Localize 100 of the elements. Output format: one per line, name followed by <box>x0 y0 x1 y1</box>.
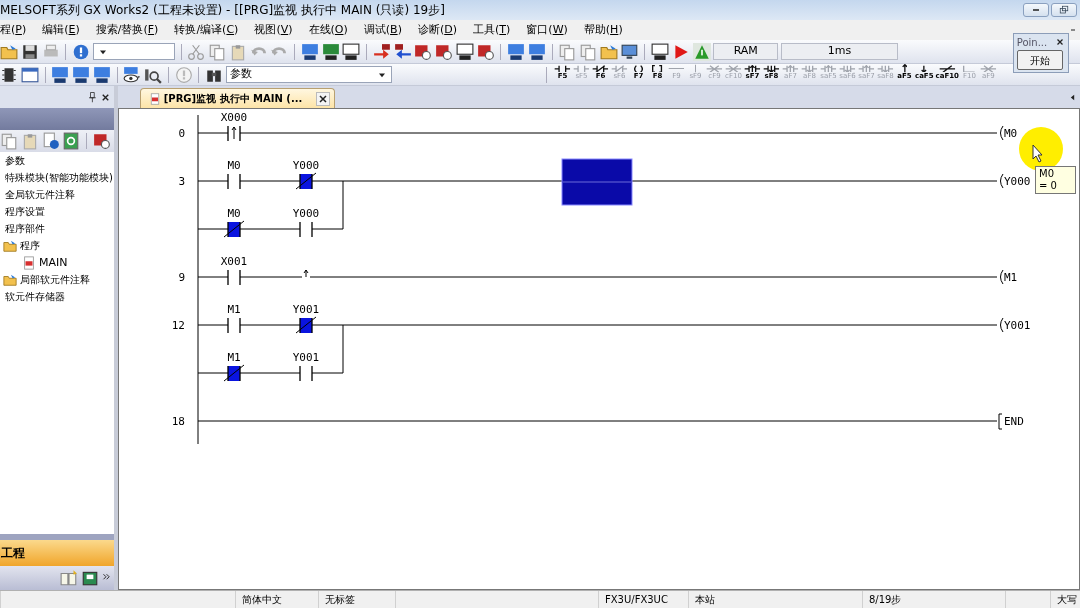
contact-symbol[interactable] <box>223 364 245 382</box>
menu-item[interactable]: 程(P) <box>0 21 27 39</box>
device-label: M1 <box>227 351 241 364</box>
ladder-symbol-icon <box>611 64 628 73</box>
close-icon[interactable] <box>1055 37 1066 47</box>
ladder-symbol-icon <box>901 64 908 73</box>
tree-item[interactable]: MAIN <box>39 254 68 271</box>
window-icon[interactable] <box>20 65 39 84</box>
device-icon[interactable] <box>72 65 90 84</box>
ladder-symbol-icon <box>652 64 663 73</box>
info-icon[interactable] <box>41 132 60 150</box>
device-label: Y001 <box>292 351 320 364</box>
device-icon[interactable] <box>92 132 111 150</box>
monitor-icon[interactable] <box>620 42 639 61</box>
device-icon[interactable] <box>342 42 361 61</box>
device-icon[interactable] <box>321 42 340 61</box>
menu-item[interactable]: 诊断(D) <box>417 21 457 39</box>
device-label: M1 <box>1004 271 1018 284</box>
section-button[interactable]: 工程 <box>0 540 114 566</box>
device-icon[interactable] <box>651 42 669 61</box>
device-label: Y000 <box>292 207 320 220</box>
ladder-symbol-icon <box>877 64 894 73</box>
help-icon[interactable] <box>72 42 90 61</box>
device-icon[interactable] <box>92 65 111 84</box>
menu-item[interactable]: 搜索/替换(F) <box>95 21 159 39</box>
tree-item[interactable]: 软元件存储器 <box>5 288 65 305</box>
document-icon <box>22 255 36 270</box>
copy-icon[interactable] <box>558 42 577 61</box>
device-label: END <box>1004 415 1024 428</box>
menu-item[interactable]: 窗口(W) <box>526 21 568 39</box>
tree-item[interactable]: 局部软元件注释 <box>20 271 90 288</box>
tree-item[interactable]: 程序 <box>20 237 40 254</box>
document-icon[interactable] <box>149 92 161 105</box>
close-icon[interactable] <box>317 92 330 105</box>
contact-symbol[interactable] <box>227 125 241 142</box>
menu-item[interactable]: 调试(B) <box>363 21 402 39</box>
step-number: 0 <box>178 127 185 140</box>
status-field: 本站 <box>688 591 862 608</box>
menu-item[interactable]: 转换/编译(C) <box>174 21 239 39</box>
menu-item[interactable]: 工具(T) <box>473 21 511 39</box>
ladder-symbol-icon <box>725 64 742 73</box>
status-field: 大写 <box>1050 591 1080 608</box>
device-label: M1 <box>227 303 241 316</box>
device-icon[interactable] <box>51 65 70 84</box>
window-title: MELSOFT系列 GX Works2 (工程未设置) - [[PRG]监视 执行中 MAIN (只读) 19步] <box>0 2 445 19</box>
copy-icon[interactable] <box>579 42 597 61</box>
tree-item[interactable]: 参数 <box>5 152 25 169</box>
tree-item[interactable]: 特殊模块(智能功能模块) <box>5 169 113 186</box>
tree-item[interactable]: 全局软元件注释 <box>5 186 75 203</box>
refresh-icon[interactable] <box>62 132 81 150</box>
verify-icon[interactable] <box>414 42 433 61</box>
status-field: 简体中文 <box>235 591 318 608</box>
ladder-symbol-icon <box>668 67 685 70</box>
folder-icon[interactable] <box>599 42 618 61</box>
device-label: M0 <box>227 207 241 220</box>
device-icon[interactable] <box>300 42 319 61</box>
menu-item[interactable]: 在线(O) <box>308 21 348 39</box>
read-icon[interactable] <box>393 42 412 61</box>
device-label: M0 <box>227 159 241 172</box>
ladder-symbol-icon <box>744 64 761 73</box>
device-icon[interactable] <box>80 569 99 587</box>
device-icon[interactable] <box>455 42 474 61</box>
restore-button[interactable] <box>1051 3 1078 17</box>
search-combo[interactable]: 参数 <box>225 66 392 83</box>
menu-item[interactable]: 视图(V) <box>254 21 293 39</box>
warning-icon[interactable] <box>692 42 711 61</box>
device-icon[interactable] <box>507 42 525 61</box>
contact-symbol[interactable] <box>295 316 317 334</box>
minimize-button[interactable] <box>1022 3 1049 17</box>
verify-icon[interactable] <box>476 42 495 61</box>
step-number: 9 <box>178 271 185 284</box>
start-button[interactable]: 开始 <box>1016 50 1063 70</box>
folder-icon[interactable] <box>0 42 18 61</box>
coil-symbol <box>1000 125 1004 141</box>
device-label: M0 <box>1004 127 1018 140</box>
copy-icon[interactable] <box>0 132 18 150</box>
ladder-symbol-icon <box>980 64 997 73</box>
device-icon[interactable] <box>527 42 546 61</box>
save-icon[interactable] <box>20 42 39 61</box>
tree-item[interactable]: 程序部件 <box>5 220 45 237</box>
device-label: Y001 <box>1004 319 1031 332</box>
ladder-symbol-icon <box>839 64 856 73</box>
contact-symbol[interactable] <box>295 172 317 190</box>
device-label: Y001 <box>292 303 320 316</box>
status-field: 无标签 <box>318 591 395 608</box>
menu-item[interactable]: 编辑(E) <box>42 21 80 39</box>
editor-tab[interactable]: [PRG]监视 执行中 MAIN (... <box>140 88 336 108</box>
rising-edge-symbol[interactable] <box>302 269 310 278</box>
step-number: 3 <box>178 175 185 188</box>
combo-field[interactable] <box>92 43 175 60</box>
chip-icon[interactable] <box>0 65 18 84</box>
verify-icon[interactable] <box>435 42 453 61</box>
watch-icon[interactable] <box>123 65 142 84</box>
ladder-symbol-icon <box>634 64 643 73</box>
contact-symbol[interactable] <box>223 220 245 238</box>
ladder-symbol-icon <box>858 64 875 73</box>
write-icon[interactable] <box>372 42 391 61</box>
tree-item[interactable]: 程序设置 <box>5 203 45 220</box>
device-label: Y000 <box>1004 175 1031 188</box>
menu-item[interactable]: 帮助(H) <box>583 21 623 39</box>
